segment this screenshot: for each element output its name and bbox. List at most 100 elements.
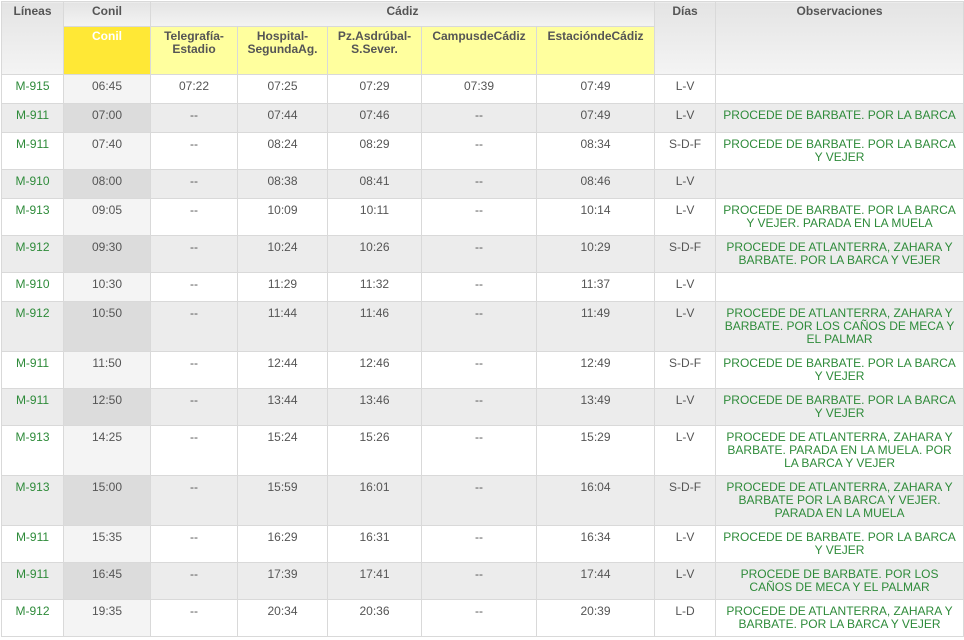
cell-dias: S-D-F bbox=[654, 132, 717, 170]
timetable-body: M-915 06:45 07:22 07:25 07:29 07:39 07:49 L-V M-… bbox=[1, 74, 964, 637]
cell-telegrafia: -- bbox=[150, 425, 238, 476]
cell-linea: M-912 bbox=[1, 301, 64, 352]
table-row: M-912 19:35 -- 20:34 20:36 -- 20:39 L-D PROCEDE … bbox=[1, 599, 964, 637]
cell-linea: M-911 bbox=[1, 562, 64, 600]
cell-asdrubal: 11:46 bbox=[327, 301, 422, 352]
cell-estacion: 11:37 bbox=[535, 272, 656, 302]
cell-asdrubal: 10:26 bbox=[327, 235, 422, 273]
cell-dias: S-D-F bbox=[654, 235, 717, 273]
table-row: M-911 15:35 -- 16:29 16:31 -- 16:34 L-V PROCEDE … bbox=[1, 525, 964, 563]
cell-asdrubal: 12:46 bbox=[327, 351, 422, 389]
cell-dias: L-D bbox=[654, 599, 717, 637]
header-stop-hospital: Hospital-SegundaAg. bbox=[237, 26, 328, 75]
cell-observaciones: PROCEDE DE BARBATE. POR LA BARCA Y VEJER bbox=[715, 351, 964, 389]
cell-campus: -- bbox=[421, 169, 537, 199]
cell-linea: M-913 bbox=[1, 425, 64, 476]
cell-asdrubal: 16:31 bbox=[327, 525, 422, 563]
cell-telegrafia: -- bbox=[150, 198, 238, 236]
cell-estacion: 07:49 bbox=[535, 103, 656, 133]
cell-conil: 10:30 bbox=[63, 272, 151, 302]
cell-conil: 07:00 bbox=[63, 103, 151, 133]
table-row: M-915 06:45 07:22 07:25 07:29 07:39 07:49 L-V bbox=[1, 74, 964, 104]
cell-asdrubal: 17:41 bbox=[327, 562, 422, 600]
cell-estacion: 13:49 bbox=[535, 388, 656, 426]
table-row: M-911 12:50 -- 13:44 13:46 -- 13:49 L-V PROCEDE … bbox=[1, 388, 964, 426]
cell-observaciones: PROCEDE DE BARBATE. POR LA BARCA Y VEJER… bbox=[715, 198, 964, 236]
header-stop-telegrafia: Telegrafía-Estadio bbox=[150, 26, 238, 75]
cell-hospital: 17:39 bbox=[237, 562, 328, 600]
cell-linea: M-911 bbox=[1, 132, 64, 170]
cell-conil: 12:50 bbox=[63, 388, 151, 426]
cell-hospital: 10:24 bbox=[237, 235, 328, 273]
cell-asdrubal: 15:26 bbox=[327, 425, 422, 476]
cell-hospital: 08:24 bbox=[237, 132, 328, 170]
table-row: M-913 15:00 -- 15:59 16:01 -- 16:04 S-D-F PROCED… bbox=[1, 475, 964, 526]
cell-campus: -- bbox=[421, 198, 537, 236]
cell-telegrafia: -- bbox=[150, 169, 238, 199]
cell-telegrafia: -- bbox=[150, 235, 238, 273]
cell-telegrafia: -- bbox=[150, 103, 238, 133]
cell-dias: L-V bbox=[654, 388, 717, 426]
cell-conil: 14:25 bbox=[63, 425, 151, 476]
cell-campus: -- bbox=[421, 475, 537, 526]
cell-hospital: 08:38 bbox=[237, 169, 328, 199]
cell-telegrafia: -- bbox=[150, 132, 238, 170]
table-row: M-912 09:30 -- 10:24 10:26 -- 10:29 S-D-F PROCED… bbox=[1, 235, 964, 273]
cell-asdrubal: 16:01 bbox=[327, 475, 422, 526]
cell-linea: M-912 bbox=[1, 235, 64, 273]
cell-conil: 09:30 bbox=[63, 235, 151, 273]
table-row: M-912 10:50 -- 11:44 11:46 -- 11:49 L-V PROCEDE … bbox=[1, 301, 964, 352]
cell-observaciones bbox=[715, 272, 964, 302]
cell-observaciones: PROCEDE DE BARBATE. POR LA BARCA Y VEJER bbox=[715, 132, 964, 170]
table-row: M-913 09:05 -- 10:09 10:11 -- 10:14 L-V PROCEDE … bbox=[1, 198, 964, 236]
cell-dias: L-V bbox=[654, 169, 717, 199]
cell-linea: M-913 bbox=[1, 198, 64, 236]
header-conil-group: Conil bbox=[63, 1, 151, 27]
cell-conil: 06:45 bbox=[63, 74, 151, 104]
cell-conil: 11:50 bbox=[63, 351, 151, 389]
cell-campus: -- bbox=[421, 272, 537, 302]
cell-estacion: 08:46 bbox=[535, 169, 656, 199]
header-stop-asdrubal: Pz.Asdrúbal-S.Sever. bbox=[327, 26, 422, 75]
timetable: Líneas Conil Cádiz Días Observaciones Co… bbox=[1, 1, 964, 637]
cell-campus: -- bbox=[421, 599, 537, 637]
cell-conil: 07:40 bbox=[63, 132, 151, 170]
cell-campus: -- bbox=[421, 351, 537, 389]
cell-hospital: 12:44 bbox=[237, 351, 328, 389]
cell-telegrafia: -- bbox=[150, 272, 238, 302]
cell-dias: L-V bbox=[654, 301, 717, 352]
cell-campus: -- bbox=[421, 103, 537, 133]
cell-hospital: 07:44 bbox=[237, 103, 328, 133]
cell-telegrafia: -- bbox=[150, 562, 238, 600]
cell-estacion: 12:49 bbox=[535, 351, 656, 389]
cell-campus: -- bbox=[421, 562, 537, 600]
table-row: M-911 07:00 -- 07:44 07:46 -- 07:49 L-V PROCEDE … bbox=[1, 103, 964, 133]
cell-observaciones: PROCEDE DE BARBATE. POR LA BARCA Y VEJER bbox=[715, 525, 964, 563]
cell-linea: M-910 bbox=[1, 272, 64, 302]
table-row: M-910 08:00 -- 08:38 08:41 -- 08:46 L-V bbox=[1, 169, 964, 199]
header-stop-estacion: EstacióndeCádiz bbox=[535, 26, 656, 75]
header-dias: Días bbox=[654, 1, 717, 75]
cell-linea: M-911 bbox=[1, 525, 64, 563]
cell-dias: L-V bbox=[654, 272, 717, 302]
cell-dias: L-V bbox=[654, 198, 717, 236]
cell-conil: 16:45 bbox=[63, 562, 151, 600]
cell-observaciones bbox=[715, 169, 964, 199]
cell-estacion: 15:29 bbox=[535, 425, 656, 476]
cell-campus: -- bbox=[421, 132, 537, 170]
cell-asdrubal: 10:11 bbox=[327, 198, 422, 236]
cell-estacion: 07:49 bbox=[535, 74, 656, 104]
cell-asdrubal: 08:29 bbox=[327, 132, 422, 170]
cell-hospital: 07:25 bbox=[237, 74, 328, 104]
cell-conil: 10:50 bbox=[63, 301, 151, 352]
cell-hospital: 15:24 bbox=[237, 425, 328, 476]
cell-linea: M-913 bbox=[1, 475, 64, 526]
cell-linea: M-915 bbox=[1, 74, 64, 104]
cell-asdrubal: 20:36 bbox=[327, 599, 422, 637]
cell-observaciones: PROCEDE DE BARBATE. POR LA BARCA bbox=[715, 103, 964, 133]
cell-asdrubal: 07:46 bbox=[327, 103, 422, 133]
cell-campus: -- bbox=[421, 388, 537, 426]
cell-estacion: 08:34 bbox=[535, 132, 656, 170]
cell-hospital: 11:29 bbox=[237, 272, 328, 302]
cell-observaciones: PROCEDE DE ATLANTERRA, ZAHARA Y BARBATE … bbox=[715, 475, 964, 526]
